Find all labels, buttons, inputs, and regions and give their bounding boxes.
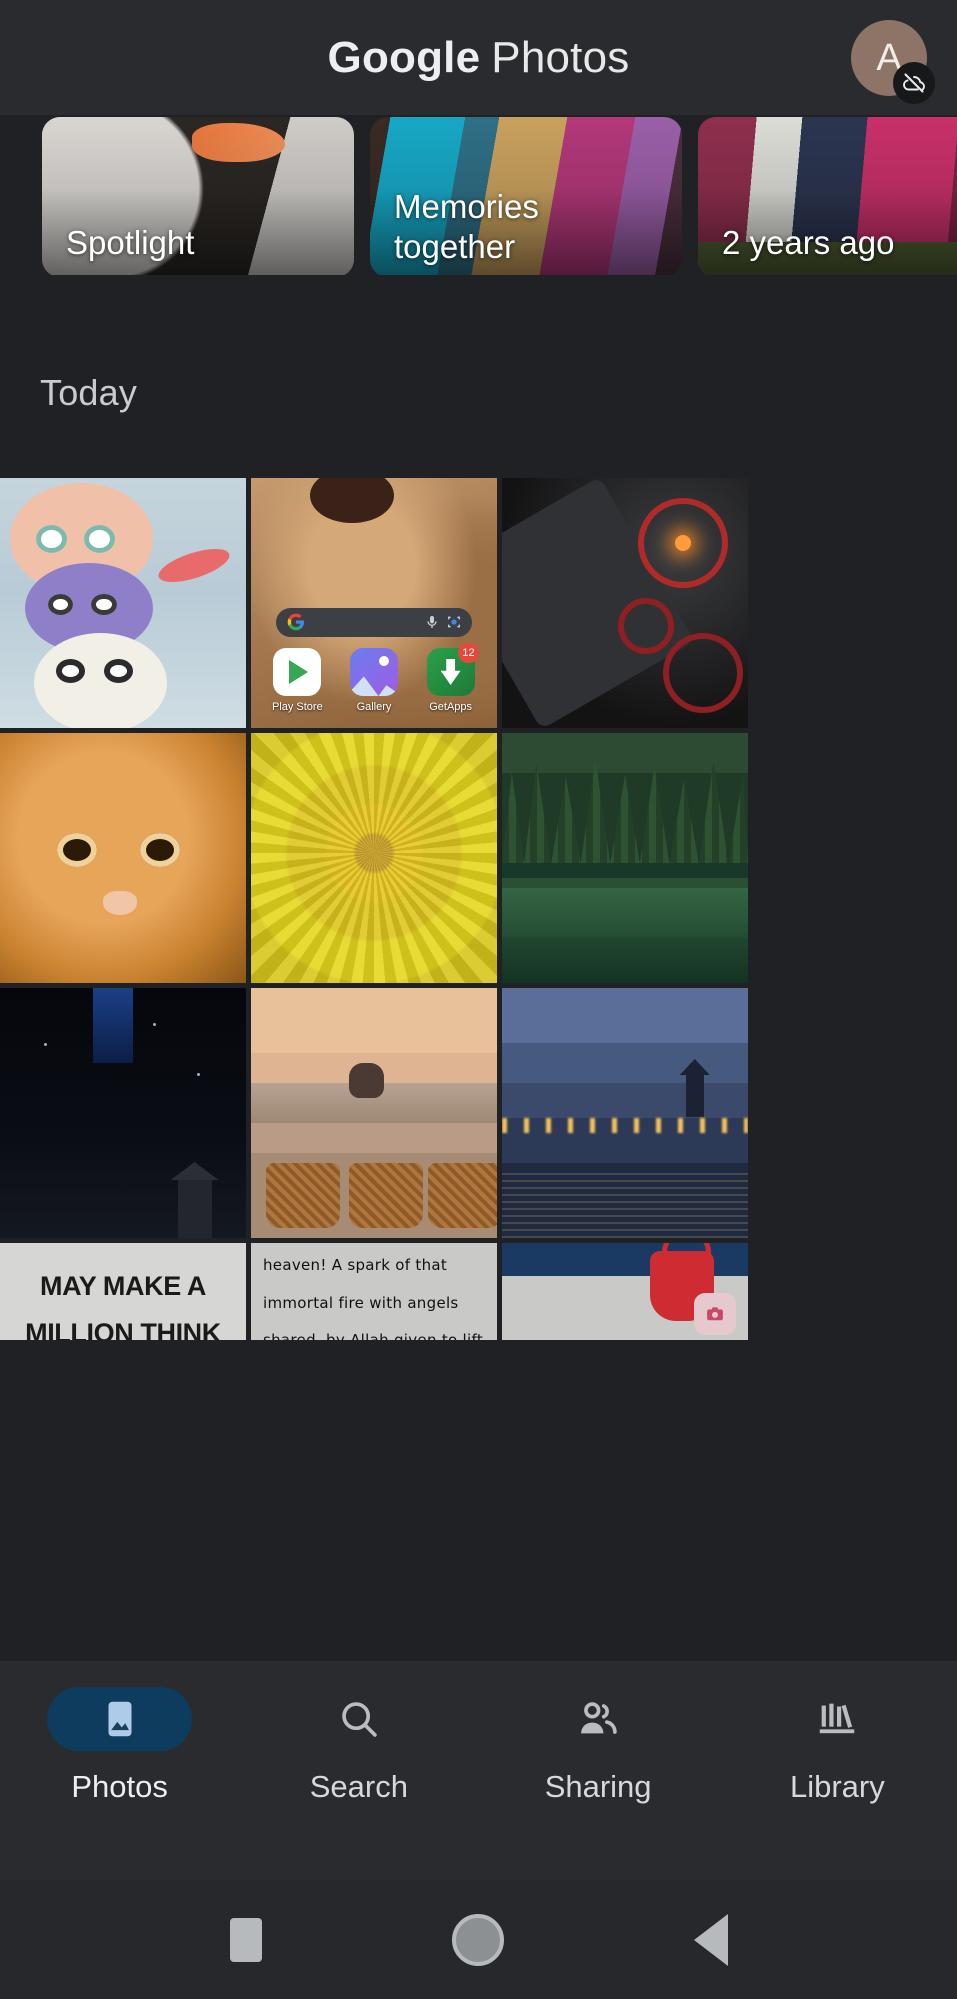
pier-lights	[502, 1118, 748, 1133]
memories-carousel[interactable]: Spotlight Memories together 2 years ago	[0, 115, 957, 275]
handwriting-line: immortal fire with angels	[263, 1293, 459, 1312]
memory-label-line-2: together	[394, 228, 516, 265]
handwriting-line: shared, by Allah given to lift	[263, 1331, 483, 1340]
google-lens-icon	[448, 617, 461, 628]
nav-pill-search[interactable]	[286, 1687, 431, 1751]
account-button[interactable]: A	[851, 20, 935, 104]
nav-label-search: Search	[309, 1769, 408, 1804]
getapps-icon: 12	[426, 643, 479, 696]
bottom-navigation: Photos Search Sharing Library	[0, 1661, 957, 1880]
nav-pill-photos[interactable]	[47, 1687, 193, 1751]
photo-home-screen-screenshot[interactable]: Play Store Gallery 12 GetApps	[251, 478, 497, 728]
back-button[interactable]	[693, 1913, 728, 1966]
backup-off-icon	[893, 62, 935, 104]
photo-grid: Play Store Gallery 12 GetApps MAY MAKE A…	[0, 478, 957, 1340]
photo-byron-quote[interactable]: MAY MAKE A MILLION THINK LORD BYRON PICT…	[0, 1243, 246, 1340]
star	[196, 1073, 200, 1076]
app-title-photos: Photos	[491, 32, 630, 82]
memory-label: 2 years ago	[722, 224, 895, 261]
nav-item-library[interactable]: Library	[718, 1687, 957, 1805]
photo-yellow-flower[interactable]	[251, 733, 497, 983]
cat-eye-right	[140, 833, 181, 867]
home-screen-app-row: Play Store Gallery 12 GetApps	[251, 643, 497, 713]
nav-item-search[interactable]: Search	[239, 1687, 478, 1805]
photo-lipstick-shop-screenshot[interactable]: 4.9 5.1k ALL BROWNS PINKS REDS PURPLES R…	[502, 1243, 748, 1340]
memory-label: Memories together	[394, 187, 670, 267]
gear-large	[638, 498, 729, 588]
picnic-basket	[349, 1163, 424, 1228]
picnic-basket	[265, 1163, 340, 1228]
app-title-google: Google	[327, 32, 481, 82]
photo-toys[interactable]	[0, 478, 246, 728]
memory-label: Spotlight	[66, 224, 195, 261]
app-label: GetApps	[429, 701, 473, 713]
photo-night-scene[interactable]	[0, 988, 246, 1238]
photo-handwritten-quote[interactable]: heaven! A spark of that immortal fire wi…	[251, 1243, 497, 1340]
play-store-icon	[273, 648, 322, 696]
app-label: Gallery	[356, 701, 392, 713]
toy-accent	[155, 542, 234, 589]
section-header-today: Today	[40, 372, 138, 413]
home-button[interactable]	[451, 1913, 504, 1966]
quote-line-2: MILLION THINK	[25, 1318, 221, 1340]
quote-line-1: MAY MAKE A	[39, 1271, 207, 1301]
google-photos-app: Google Photos A Spotlight Memories toget…	[0, 0, 957, 1999]
memory-card-spotlight[interactable]: Spotlight	[42, 117, 354, 275]
memory-label-line-1: Memories	[394, 188, 539, 225]
pier-tower	[685, 1073, 704, 1117]
people-silhouette	[349, 1063, 384, 1098]
photos-icon	[108, 1701, 132, 1737]
gear-small	[618, 598, 675, 654]
search-icon	[342, 1702, 377, 1737]
camera-icon	[693, 1293, 736, 1335]
nav-label-library: Library	[789, 1769, 885, 1804]
app-bar: Google Photos A	[0, 0, 957, 115]
sharing-icon	[581, 1702, 617, 1734]
cat-eye-left	[56, 833, 97, 867]
google-search-widget	[275, 608, 473, 637]
star	[152, 1023, 156, 1026]
gallery-icon	[349, 648, 398, 696]
night-light-band	[93, 988, 133, 1063]
nav-label-sharing: Sharing	[544, 1769, 652, 1804]
android-system-navigation	[0, 1880, 957, 1999]
nav-item-sharing[interactable]: Sharing	[479, 1687, 718, 1805]
photo-pier-night[interactable]	[502, 988, 748, 1238]
app-icon-getapps[interactable]: 12 GetApps	[425, 643, 479, 713]
app-icon-gallery[interactable]: Gallery	[348, 648, 400, 713]
tower-silhouette	[177, 1178, 212, 1238]
nav-pill-library[interactable]	[765, 1687, 910, 1751]
photo-forest-lake[interactable]	[502, 733, 748, 983]
photo-beach-picnic[interactable]	[251, 988, 497, 1238]
gear-medium	[663, 633, 744, 713]
photo-orange-cat[interactable]	[0, 733, 246, 983]
cat-nose	[103, 890, 138, 915]
picnic-basket	[428, 1163, 497, 1228]
nav-pill-sharing[interactable]	[526, 1687, 671, 1751]
toy-bottom	[34, 633, 168, 728]
photo-gears[interactable]	[502, 478, 748, 728]
notification-badge: 12	[458, 643, 479, 663]
recents-button[interactable]	[229, 1917, 262, 1962]
google-g-icon	[287, 614, 304, 631]
library-icon	[820, 1703, 855, 1734]
app-icon-play-store[interactable]: Play Store	[271, 648, 323, 713]
star	[44, 1043, 48, 1046]
handwriting-line: heaven! A spark of that	[263, 1256, 448, 1274]
page-title: Google Photos	[328, 33, 630, 83]
nav-item-photos[interactable]: Photos	[0, 1687, 239, 1805]
water-reflection	[502, 1168, 748, 1238]
microphone-icon	[427, 616, 438, 629]
app-label: Play Store	[271, 701, 323, 713]
memory-card-memories-together[interactable]: Memories together	[370, 117, 682, 275]
memory-card-two-years-ago[interactable]: 2 years ago	[698, 117, 957, 275]
nav-label-photos: Photos	[71, 1769, 168, 1804]
